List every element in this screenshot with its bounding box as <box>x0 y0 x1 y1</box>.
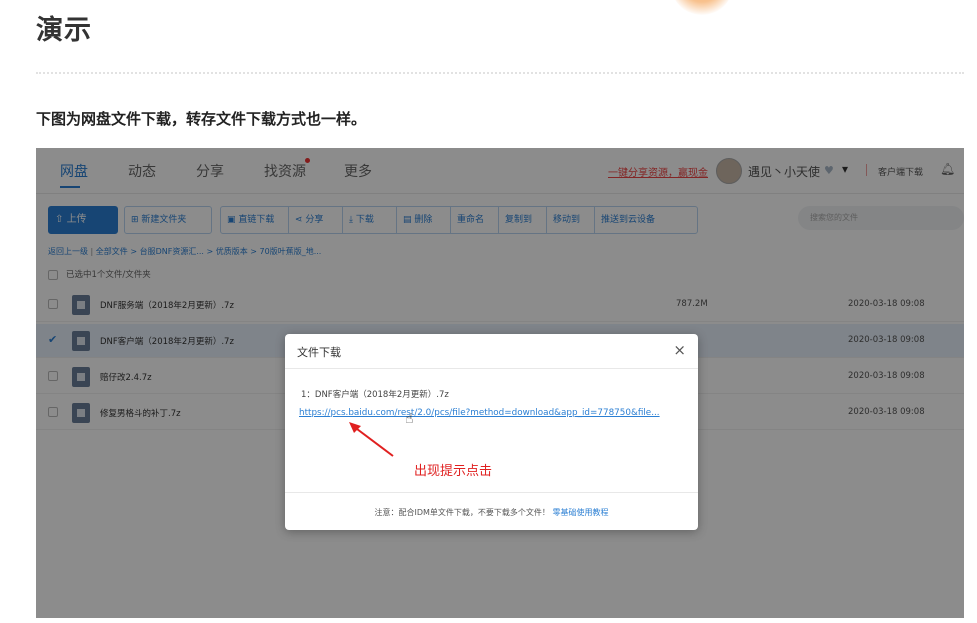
dialog-title: 文件下载 <box>297 346 341 359</box>
tutorial-link[interactable]: 零基础使用教程 <box>552 508 608 517</box>
dialog-header: 文件下载 × <box>285 334 698 369</box>
annotation-text: 出现提示点击 <box>414 464 493 479</box>
file-download-dialog: 文件下载 × 1：DNF客户端（2018年2月更新）.7z https://pc… <box>285 334 698 530</box>
download-link[interactable]: https://pcs.baidu.com/rest/2.0/pcs/file?… <box>299 408 685 418</box>
title-divider <box>36 72 964 74</box>
demo-screenshot: 网盘 动态 分享 找资源 更多 一键分享资源，赢现金 遇见丶小天使 ♥ ▾ 客户… <box>36 148 964 618</box>
hand-cursor-icon: ☝ <box>405 411 414 427</box>
dialog-file-line: 1：DNF客户端（2018年2月更新）.7z <box>301 390 449 400</box>
intro-text: 下图为网盘文件下载，转存文件下载方式也一样。 <box>36 110 367 128</box>
footer-note: 注意：配合IDM单文件下载，不要下载多个文件！ <box>374 508 550 517</box>
article-title: 演示 <box>36 15 92 46</box>
dialog-footer: 注意：配合IDM单文件下载，不要下载多个文件！ 零基础使用教程 <box>285 492 698 530</box>
close-icon[interactable]: × <box>673 341 686 359</box>
decorative-orange-blob <box>672 0 732 15</box>
dialog-footer-text: 注意：配合IDM单文件下载，不要下载多个文件！ 零基础使用教程 <box>285 507 698 518</box>
red-arrow-icon <box>349 422 394 457</box>
